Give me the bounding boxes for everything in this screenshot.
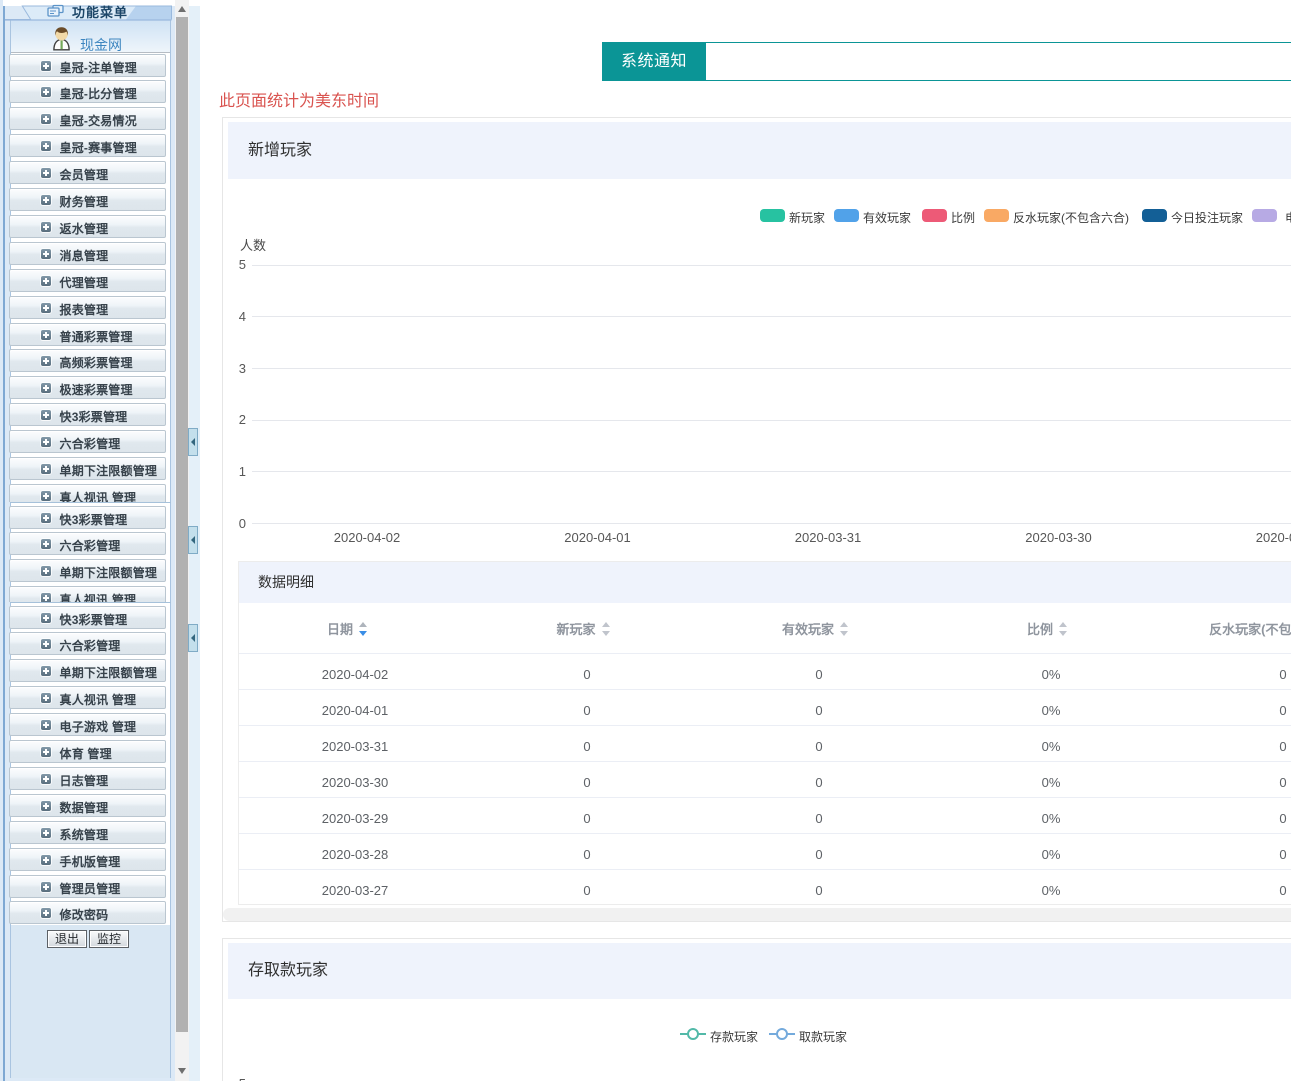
svg-text:功能菜单: 功能菜单	[72, 5, 128, 20]
